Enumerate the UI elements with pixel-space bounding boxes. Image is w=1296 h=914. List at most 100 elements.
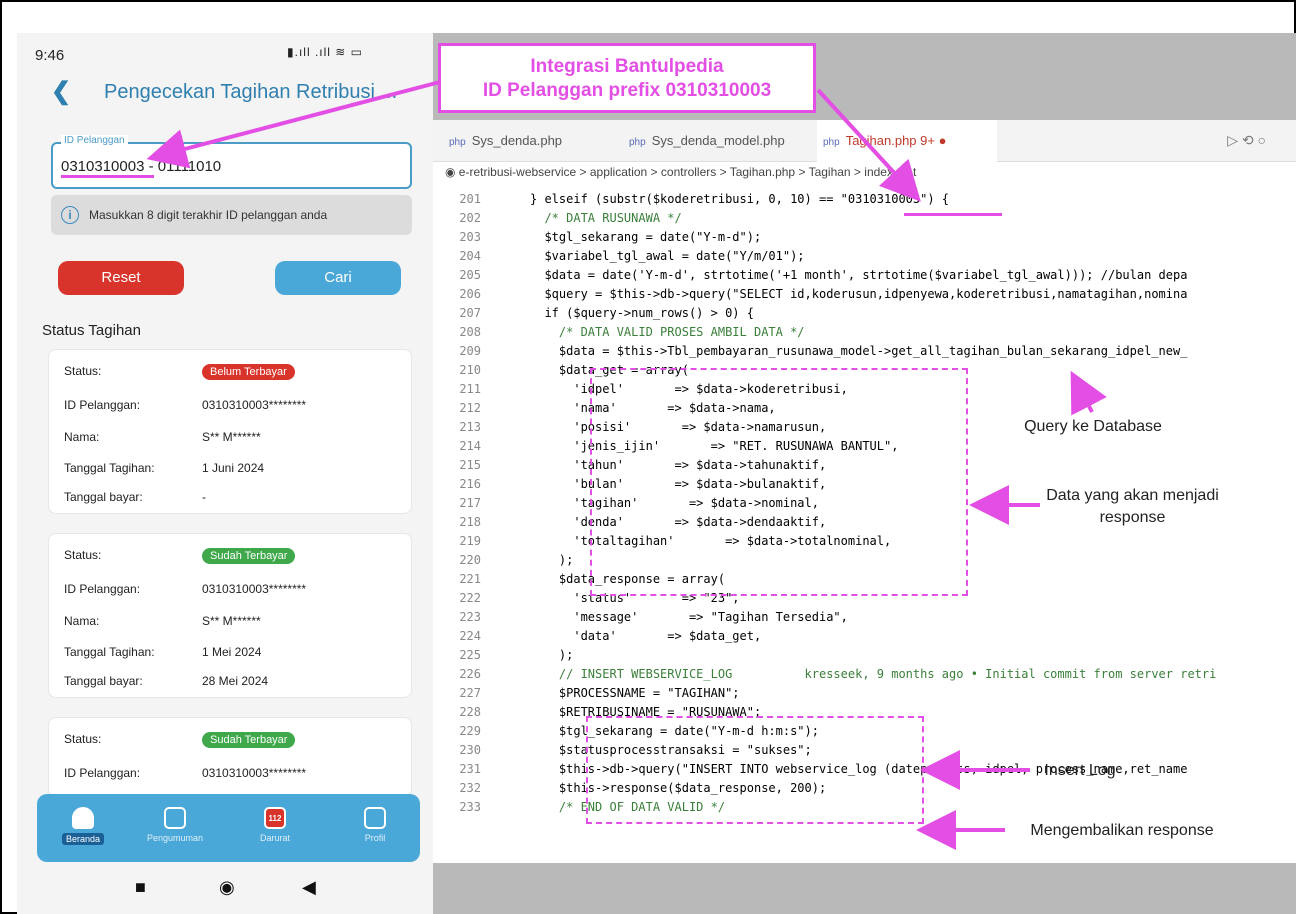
code-text: $data = date('Y-m-d', strtotime('+1 mont… <box>530 268 1188 282</box>
id-pelanggan-value: 0310310003 - 01111010 <box>61 158 222 175</box>
system-navigation-bar: ■ ◉ ◀ <box>17 863 433 914</box>
line-number: 215 <box>459 458 481 472</box>
editor-tabs: php Sys_denda.php php Sys_denda_model.php … <box>433 120 1296 162</box>
id-pelanggan-label: ID Pelanggan <box>61 135 128 146</box>
php-file-icon: php <box>629 137 646 148</box>
tab-label: Sys_denda_model.php <box>651 133 785 148</box>
back-arrow-icon[interactable]: ❮ <box>51 77 71 106</box>
line-number: 222 <box>459 591 481 605</box>
prefix-underline <box>904 213 1002 216</box>
code-line[interactable]: 206 $query = $this->db->query("SELECT id… <box>433 285 1296 304</box>
line-number: 205 <box>459 268 481 282</box>
annotation-response: Data yang akan menjadi response <box>1046 487 1219 526</box>
line-number: 216 <box>459 477 481 491</box>
code-text: $data = $this->Tbl_pembayaran_rusunawa_m… <box>530 344 1188 358</box>
tagihan-card: Status: Belum Terbayar ID Pelanggan: 031… <box>48 349 412 514</box>
tanggal-tagihan-label: Tanggal Tagihan: <box>64 645 155 659</box>
tab-sys-denda[interactable]: php Sys_denda.php <box>443 120 613 162</box>
line-number: 227 <box>459 686 481 700</box>
bottom-navigation: Beranda Pengumuman 112 Darurat Profil <box>37 794 420 862</box>
nav-pengumuman[interactable]: Pengumuman <box>137 794 213 862</box>
id-label: ID Pelanggan: <box>64 582 141 596</box>
code-line[interactable]: 209 $data = $this->Tbl_pembayaran_rusuna… <box>433 342 1296 361</box>
line-number: 201 <box>459 192 481 206</box>
php-file-icon: php <box>823 137 840 148</box>
line-number: 209 <box>459 344 481 358</box>
back-button-icon[interactable]: ◀ <box>302 877 316 898</box>
code-text: } elseif (substr($koderetribusi, 0, 10) … <box>530 192 950 206</box>
code-line[interactable]: 204 $variabel_tgl_awal = date("Y/m/01"); <box>433 247 1296 266</box>
code-line[interactable]: 223 'message' => "Tagihan Tersedia", <box>433 608 1296 627</box>
line-number: 229 <box>459 724 481 738</box>
reset-button[interactable]: Reset <box>58 261 184 295</box>
code-text: $variabel_tgl_awal = date("Y/m/01"); <box>530 249 805 263</box>
line-number: 228 <box>459 705 481 719</box>
line-number: 211 <box>459 382 481 396</box>
code-line[interactable]: 205 $data = date('Y-m-d', strtotime('+1 … <box>433 266 1296 285</box>
code-text: $tgl_sekarang = date("Y-m-d"); <box>530 230 762 244</box>
breadcrumb[interactable]: ◉ e-retribusi-webservice > application >… <box>433 162 1296 182</box>
nav-label: Beranda <box>61 833 105 845</box>
nav-profil[interactable]: Profil <box>337 794 413 862</box>
line-number: 226 <box>459 667 481 681</box>
tab-tagihan[interactable]: php Tagihan.php 9+ ● <box>817 120 997 162</box>
tanggal-tagihan-value: 1 Mei 2024 <box>202 645 262 659</box>
emergency-icon: 112 <box>264 807 286 829</box>
calendar-icon <box>164 807 186 829</box>
tanggal-bayar-value: - <box>202 490 206 504</box>
line-number: 233 <box>459 800 481 814</box>
cari-button[interactable]: Cari <box>275 261 401 295</box>
page-title: Pengecekan Tagihan Retribusi ... <box>104 81 398 103</box>
line-number: 232 <box>459 781 481 795</box>
line-number: 223 <box>459 610 481 624</box>
code-line[interactable]: 208 /* DATA VALID PROSES AMBIL DATA */ <box>433 323 1296 342</box>
tanggal-bayar-value: 28 Mei 2024 <box>202 674 269 688</box>
home-button-icon[interactable]: ◉ <box>219 877 235 898</box>
nama-value: S** M****** <box>202 614 261 628</box>
status-badge: Sudah Terbayar <box>202 732 296 748</box>
code-text: $query = $this->db->query("SELECT id,kod… <box>530 287 1188 301</box>
nav-darurat[interactable]: 112 Darurat <box>237 794 313 862</box>
nama-label: Nama: <box>64 614 100 628</box>
id-pelanggan-field[interactable]: ID Pelanggan 0310310003 - 01111010 <box>51 135 412 189</box>
annotation-log: Insert Log <box>1044 762 1116 779</box>
id-value: 0310310003******** <box>202 398 307 412</box>
input-prefix-underline <box>61 175 154 178</box>
status-bar: 9:46 ▮.ıll .ıll ≋ ▭ <box>17 33 433 67</box>
tab-sys-denda-model[interactable]: php Sys_denda_model.php <box>623 120 813 162</box>
line-number: 208 <box>459 325 481 339</box>
code-line[interactable]: 201 } elseif (substr($koderetribusi, 0, 1… <box>433 190 1296 209</box>
code-line[interactable]: 225 ); <box>433 646 1296 665</box>
nav-beranda[interactable]: Beranda <box>45 794 121 862</box>
line-number: 214 <box>459 439 481 453</box>
code-text: /* DATA RUSUNAWA */ <box>530 211 682 225</box>
line-number: 231 <box>459 762 481 776</box>
code-line[interactable]: 224 'data' => $data_get, <box>433 627 1296 646</box>
annotation-return: Mengembalikan response <box>1030 822 1214 839</box>
code-text: if ($query->num_rows() > 0) { <box>530 306 754 320</box>
id-label: ID Pelanggan: <box>64 398 141 412</box>
tagihan-card: Status: Sudah Terbayar ID Pelanggan: 031… <box>48 717 412 797</box>
code-line[interactable]: 207 if ($query->num_rows() > 0) { <box>433 304 1296 323</box>
line-number: 203 <box>459 230 481 244</box>
status-label: Status: <box>64 548 102 562</box>
nav-label: Darurat <box>259 833 290 843</box>
tanggal-bayar-label: Tanggal bayar: <box>64 674 143 688</box>
line-number: 219 <box>459 534 481 548</box>
hint-text: Masukkan 8 digit terakhir ID pelanggan a… <box>89 208 328 222</box>
code-text: 'message' => "Tagihan Tersedia", <box>530 610 848 624</box>
tab-label: Tagihan.php 9+ ● <box>845 133 947 148</box>
run-toolbar-icons[interactable]: ▷ ⟲ ○ <box>1227 132 1266 149</box>
code-line[interactable]: 226 // INSERT WEBSERVICE_LOG kresseek, 9… <box>433 665 1296 684</box>
recents-icon[interactable]: ■ <box>135 877 146 898</box>
id-label: ID Pelanggan: <box>64 766 141 780</box>
line-number: 206 <box>459 287 481 301</box>
profile-icon <box>364 807 386 829</box>
code-line[interactable]: 202 /* DATA RUSUNAWA */ <box>433 209 1296 228</box>
code-line[interactable]: 203 $tgl_sekarang = date("Y-m-d"); <box>433 228 1296 247</box>
code-line[interactable]: 227 $PROCESSNAME = "TAGIHAN"; <box>433 684 1296 703</box>
mobile-app-screen: 9:46 ▮.ıll .ıll ≋ ▭ ❮ Pengecekan Tagihan… <box>17 33 433 914</box>
status-badge: Belum Terbayar <box>202 364 295 380</box>
id-value: 0310310003******** <box>202 766 307 780</box>
line-number: 220 <box>459 553 481 567</box>
